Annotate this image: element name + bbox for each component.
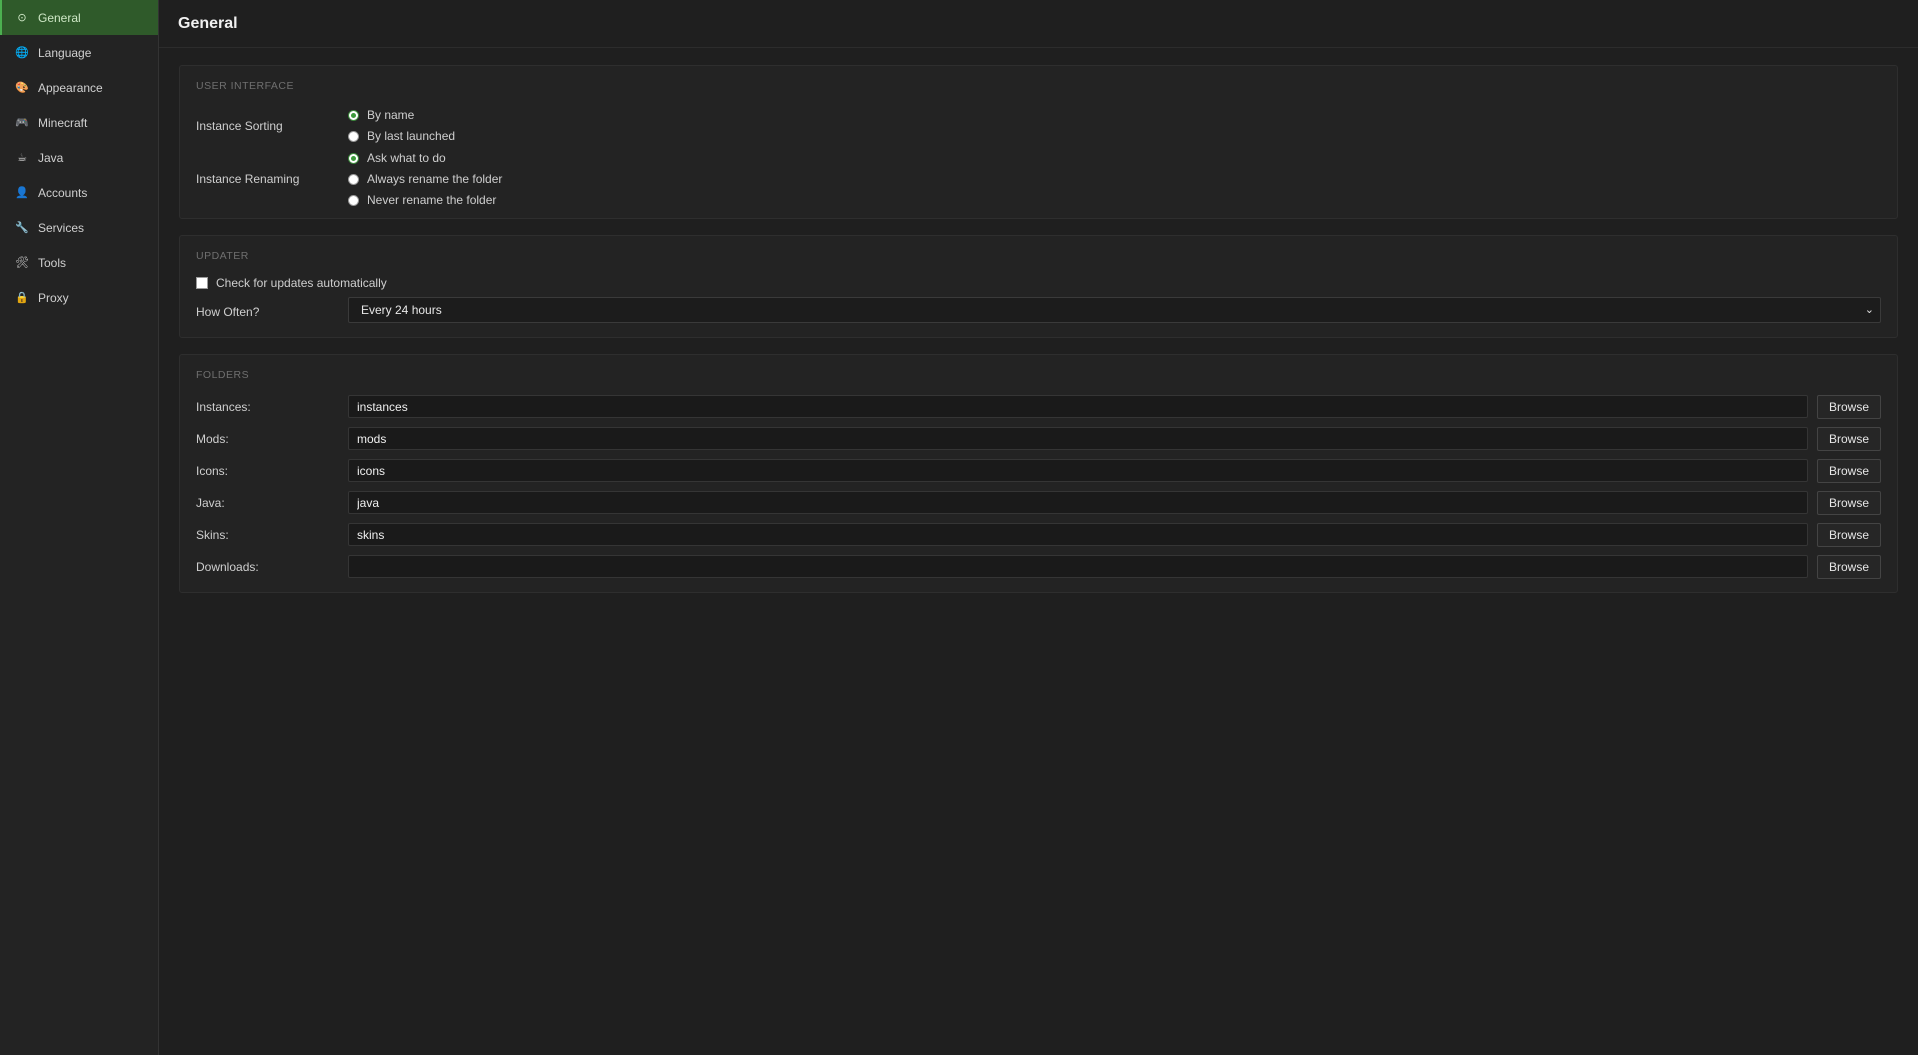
folders-group: FOLDERS Instances: Browse Mods: Browse I… [179,354,1898,593]
icons-folder-input[interactable] [348,459,1808,482]
user-interface-group-title: USER INTERFACE [196,80,295,92]
update-frequency-value: Every 24 hours [361,303,442,317]
wrench-icon: 🔧 [15,222,29,234]
sidebar: ⊙ General 🌐 Language 🎨 Appearance 🎮 Mine… [0,0,159,1055]
rename-always-radio[interactable]: Always rename the folder [348,172,502,186]
sidebar-item-label: Appearance [38,80,103,95]
sidebar-item-language[interactable]: 🌐 Language [0,35,158,70]
radio-label: By name [367,108,415,122]
sidebar-item-accounts[interactable]: 👤 Accounts [0,175,158,210]
how-often-label: How Often? [196,305,260,319]
updater-group-title: UPDATER [196,250,249,262]
instances-folder-input[interactable] [348,395,1808,418]
java-folder-input[interactable] [348,491,1808,514]
page-title: General [159,0,1918,48]
instance-renaming-label: Instance Renaming [196,172,300,186]
mods-folder-label: Mods: [196,432,229,446]
folders-group-title: FOLDERS [196,369,250,381]
downloads-folder-label: Downloads: [196,560,259,574]
user-icon: 👤 [15,187,29,199]
java-folder-label: Java: [196,496,225,510]
sidebar-item-services[interactable]: 🔧 Services [0,210,158,245]
radio-indicator[interactable] [348,109,359,121]
main-content: General USER INTERFACE Instance Sorting … [159,0,1918,1055]
sidebar-item-appearance[interactable]: 🎨 Appearance [0,70,158,105]
sidebar-item-label: Accounts [38,185,88,200]
browse-skins-button[interactable]: Browse [1817,523,1881,547]
browse-java-button[interactable]: Browse [1817,491,1881,515]
sidebar-item-general[interactable]: ⊙ General [0,0,158,35]
sidebar-item-java[interactable]: ☕ Java [0,140,158,175]
sidebar-item-label: Language [38,45,92,60]
downloads-folder-input[interactable] [348,555,1808,578]
radio-label: By last launched [367,129,456,143]
sidebar-item-minecraft[interactable]: 🎮 Minecraft [0,105,158,140]
sidebar-item-label: Java [38,150,64,165]
radio-label: Ask what to do [367,151,446,165]
radio-indicator[interactable] [348,194,359,206]
rename-never-radio[interactable]: Never rename the folder [348,193,496,207]
skins-folder-input[interactable] [348,523,1808,546]
palette-icon: 🎨 [15,82,29,94]
sort-by-name-radio[interactable]: By name [348,108,414,122]
sidebar-item-label: Minecraft [38,115,88,130]
globe-icon: 🌐 [15,47,29,59]
gear-icon: ⊙ [17,12,27,24]
radio-indicator[interactable] [348,173,359,185]
instance-sorting-label: Instance Sorting [196,119,283,133]
sidebar-item-proxy[interactable]: 🔒 Proxy [0,280,158,315]
gamepad-icon: 🎮 [15,117,29,129]
tools-icon: 🛠 [15,257,29,269]
sidebar-item-label: Services [38,220,85,235]
browse-downloads-button[interactable]: Browse [1817,555,1881,579]
user-interface-group: USER INTERFACE Instance Sorting By name … [179,65,1898,219]
radio-label: Always rename the folder [367,172,503,186]
sidebar-item-label: Tools [38,255,67,270]
instances-folder-label: Instances: [196,400,251,414]
lock-icon: 🔒 [15,292,29,304]
radio-label: Never rename the folder [367,193,497,207]
radio-indicator[interactable] [348,152,359,164]
icons-folder-label: Icons: [196,464,229,478]
auto-update-checkbox[interactable] [196,277,208,289]
sidebar-item-label: Proxy [38,290,69,305]
browse-icons-button[interactable]: Browse [1817,459,1881,483]
radio-indicator[interactable] [348,130,359,142]
coffee-icon: ☕ [17,152,27,164]
browse-instances-button[interactable]: Browse [1817,395,1881,419]
sort-by-last-launched-radio[interactable]: By last launched [348,129,455,143]
sidebar-item-tools[interactable]: 🛠 Tools [0,245,158,280]
auto-update-label: Check for updates automatically [216,276,387,290]
updater-group: UPDATER Check for updates automatically … [179,235,1898,338]
browse-mods-button[interactable]: Browse [1817,427,1881,451]
sidebar-item-label: General [38,10,81,25]
update-frequency-select[interactable]: Every 24 hours ⌄ [348,297,1881,323]
rename-ask-radio[interactable]: Ask what to do [348,151,446,165]
mods-folder-input[interactable] [348,427,1808,450]
chevron-down-icon: ⌄ [1864,304,1874,316]
skins-folder-label: Skins: [196,528,229,542]
auto-update-checkbox-row[interactable]: Check for updates automatically [196,276,387,290]
